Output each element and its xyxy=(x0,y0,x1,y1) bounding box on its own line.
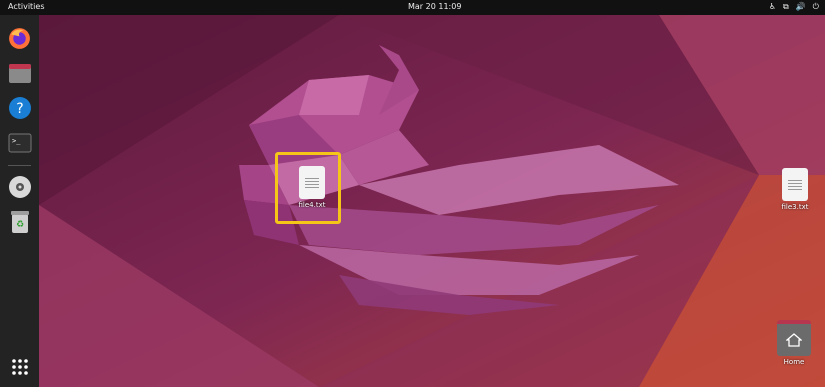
system-tray[interactable]: ♿ ⧉ 🔊 ⏻ xyxy=(769,2,819,12)
help-icon: ? xyxy=(8,96,31,119)
show-applications-button[interactable] xyxy=(6,353,33,380)
selection-highlight xyxy=(275,152,341,224)
files-icon xyxy=(8,63,31,83)
dock-item-disc[interactable] xyxy=(6,173,33,200)
dock-item-files[interactable] xyxy=(6,59,33,86)
dock-item-help[interactable]: ? xyxy=(6,94,33,121)
desktop-icon-label: file3.txt xyxy=(781,203,809,211)
accessibility-icon[interactable]: ♿ xyxy=(769,2,776,12)
dock-separator xyxy=(8,165,31,166)
svg-text:?: ? xyxy=(16,101,23,117)
svg-text:>_: >_ xyxy=(12,137,21,145)
disc-icon xyxy=(8,175,31,198)
home-folder-icon xyxy=(777,320,811,356)
svg-text:♻: ♻ xyxy=(15,220,23,230)
dock-item-terminal[interactable]: >_ xyxy=(6,129,33,156)
trash-icon: ♻ xyxy=(10,210,29,233)
desktop-icon-label: Home xyxy=(783,358,805,366)
text-file-icon xyxy=(782,168,808,201)
dock-item-trash[interactable]: ♻ xyxy=(6,208,33,235)
house-icon xyxy=(786,333,802,347)
activities-button[interactable]: Activities xyxy=(8,2,45,11)
clock[interactable]: Mar 20 11:09 xyxy=(408,2,461,11)
desktop-icon-home[interactable]: Home xyxy=(764,320,824,366)
show-applications-icon xyxy=(11,358,28,375)
network-icon[interactable]: ⧉ xyxy=(783,2,789,12)
top-bar: Activities Mar 20 11:09 ♿ ⧉ 🔊 ⏻ xyxy=(0,0,825,15)
firefox-icon xyxy=(9,28,30,49)
dock-item-firefox[interactable] xyxy=(6,25,33,52)
power-icon[interactable]: ⏻ xyxy=(813,2,819,12)
desktop-wallpaper xyxy=(39,15,825,387)
dock: ? >_ ♻ xyxy=(0,15,39,387)
volume-icon[interactable]: 🔊 xyxy=(796,2,806,12)
terminal-icon: >_ xyxy=(8,133,31,152)
desktop-icon-file3[interactable]: file3.txt xyxy=(765,168,825,211)
